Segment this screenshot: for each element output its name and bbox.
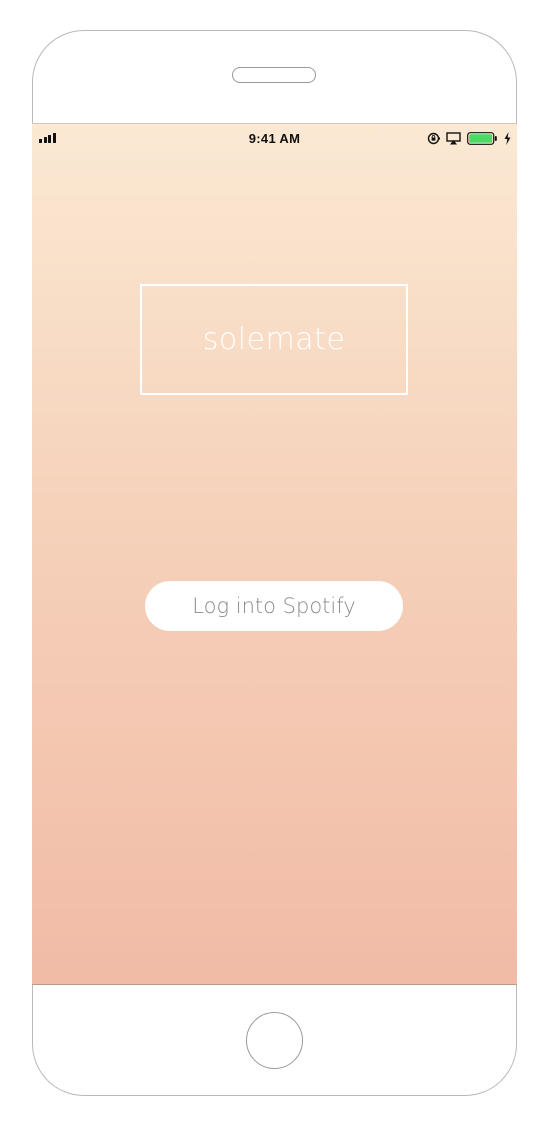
charging-bolt-icon [504,131,511,145]
status-icons [427,130,511,146]
logo-box: solemate [140,284,408,395]
battery-icon [467,131,497,145]
app-screen: 9:41 AM solemate Log into Spotify [32,123,517,985]
log-into-spotify-button[interactable]: Log into Spotify [145,581,403,631]
status-bar: 9:41 AM [32,124,517,152]
rotation-lock-icon [427,132,440,144]
app-logo-text: solemate [202,322,346,357]
airplay-icon [446,131,461,144]
speaker-grille [232,67,316,83]
home-button[interactable] [246,1012,303,1069]
